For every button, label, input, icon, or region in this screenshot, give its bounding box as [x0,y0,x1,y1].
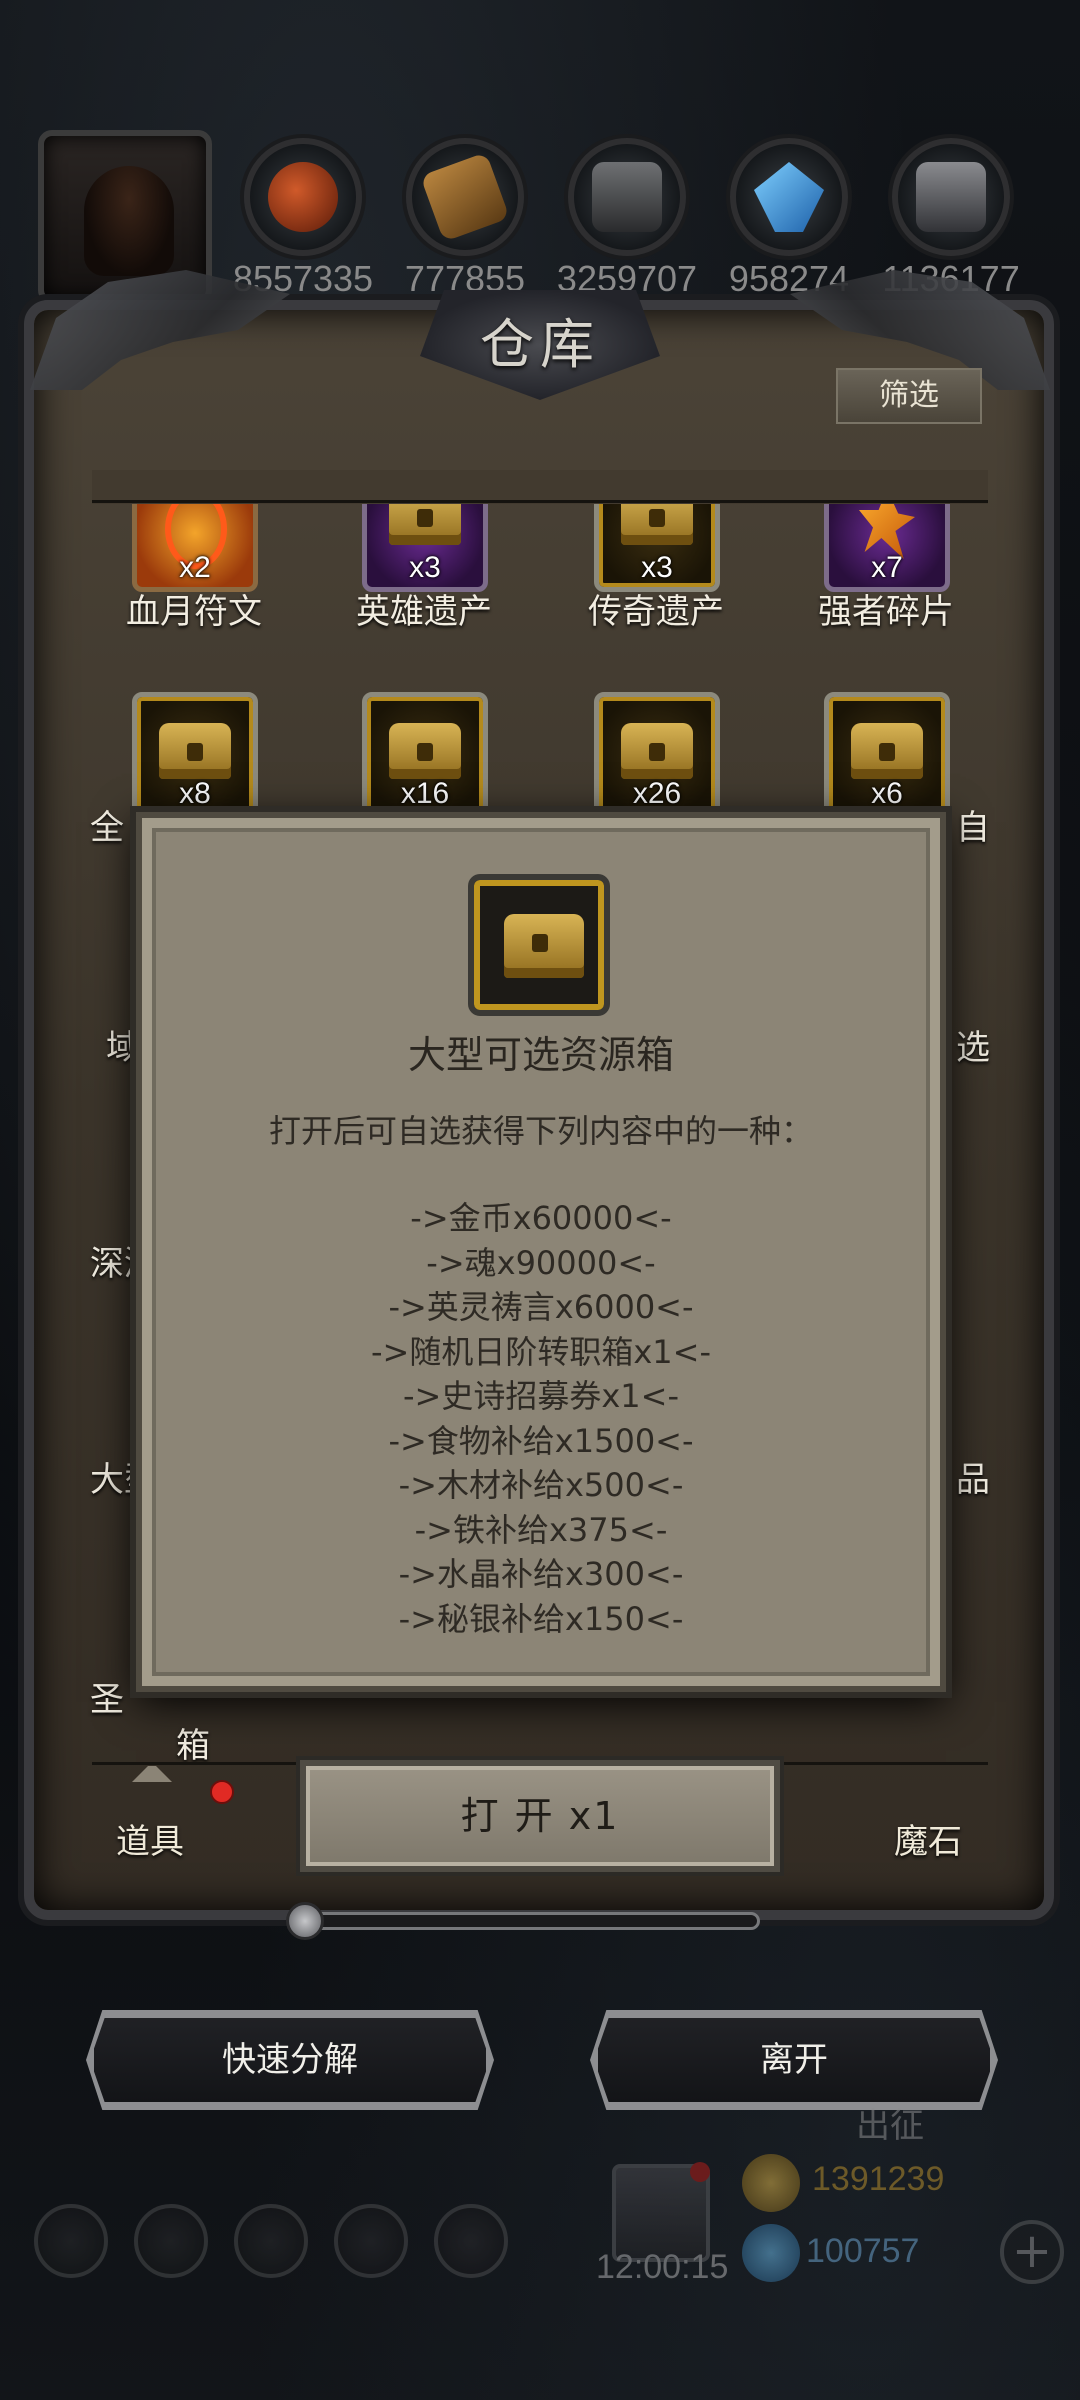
item-count: x26 [632,777,682,810]
tab-items[interactable]: 道具 [116,1814,184,1863]
dialog-item-frame [468,874,610,1016]
shield-icon [234,2204,308,2278]
star-icon [134,2204,208,2278]
grid-divider-top-line [92,500,988,503]
item-name: 强者碎片 [818,592,954,632]
item-name-partial: 箱 [176,1726,210,1766]
dialog-option: ->随机日阶转职箱x1<- [370,1332,712,1371]
chest-icon [504,914,584,978]
item-count: x8 [179,777,211,810]
item-name-partial: 选 [956,1028,990,1068]
gold-amount: 1391239 [812,2160,945,2198]
item-name-partial: 全 [90,808,124,848]
dialog-option: ->食物补给x1500<- [388,1421,694,1460]
leave-button[interactable]: 离开 [594,2014,994,2106]
mithril-icon [892,138,1010,256]
quick-decompose-button[interactable]: 快速分解 [90,2014,490,2106]
item-name: 血月符文 [126,592,262,632]
blue-gem-icon [742,2224,800,2282]
item-name-partial: 域 [106,1028,140,1068]
dialog-option: ->英灵祷言x6000<- [388,1288,694,1326]
scroll-slider-knob[interactable] [286,1902,324,1940]
panel-title: 仓库 [480,313,600,376]
dialog-option: ->金币x60000<- [410,1199,672,1237]
item-name: 英雄遗产 [356,592,492,632]
tab-magic-stone[interactable]: 魔石 [894,1814,962,1863]
dialog-option-list: ->金币x60000<- ->魂x90000<- ->英灵祷言x6000<- -… [136,1196,946,1641]
add-currency-button: + [1000,2220,1064,2284]
filter-button[interactable]: 筛选 [836,368,982,424]
item-slot[interactable]: x16 [362,692,488,818]
dialog-option: ->秘银补给x150<- [398,1599,684,1638]
dialog-option: ->铁补给x375<- [414,1510,668,1549]
chest-icon [851,723,923,779]
dialog-description: 打开后可自选获得下列内容中的一种： [268,1112,813,1150]
item-slot[interactable]: x6 [824,692,950,818]
grid-scroll-mask [92,470,988,504]
dialog-title: 大型可选资源箱 [407,1033,674,1077]
item-count: x6 [871,777,903,810]
chest-icon [389,723,461,779]
gift-notification-dot [690,2162,710,2182]
expedition-label: 出征 [856,2107,924,2145]
open-button[interactable]: 打 开 x1 [300,1760,780,1872]
item-name-partial: 自 [956,808,990,848]
settings-icon [34,2204,108,2278]
item-slot[interactable]: x8 [132,692,258,818]
meat-icon [244,138,362,256]
item-count: x16 [400,777,450,810]
item-name-partial: 圣 [90,1680,124,1720]
dialog-option: ->木材补给x500<- [398,1466,684,1504]
dialog-option: ->史诗招募券x1<- [402,1377,680,1415]
dialog-option: ->魂x90000<- [426,1243,656,1282]
scroll-slider-track[interactable] [300,1912,760,1930]
tab-active-indicator [132,1762,172,1782]
gear-icon [434,2204,508,2278]
mail-icon [334,2204,408,2278]
notification-dot [210,1780,234,1804]
wood-icon [406,138,524,256]
item-name-partial: 品 [956,1460,990,1500]
hooded-figure-icon [84,166,174,276]
dialog-option: ->水晶补给x300<- [398,1555,684,1593]
item-name: 传奇遗产 [588,592,724,632]
gold-coin-icon [742,2154,800,2212]
item-count: x3 [641,551,673,584]
item-count: x2 [179,551,211,584]
item-count: x7 [871,551,903,584]
item-count: x3 [409,551,441,584]
crystal-amount: 100757 [806,2232,920,2270]
chest-icon [621,723,693,779]
chest-icon [159,723,231,779]
item-slot[interactable]: x26 [594,692,720,818]
iron-icon [568,138,686,256]
timer-text: 12:00:15 [596,2248,729,2286]
crystal-icon [730,138,848,256]
